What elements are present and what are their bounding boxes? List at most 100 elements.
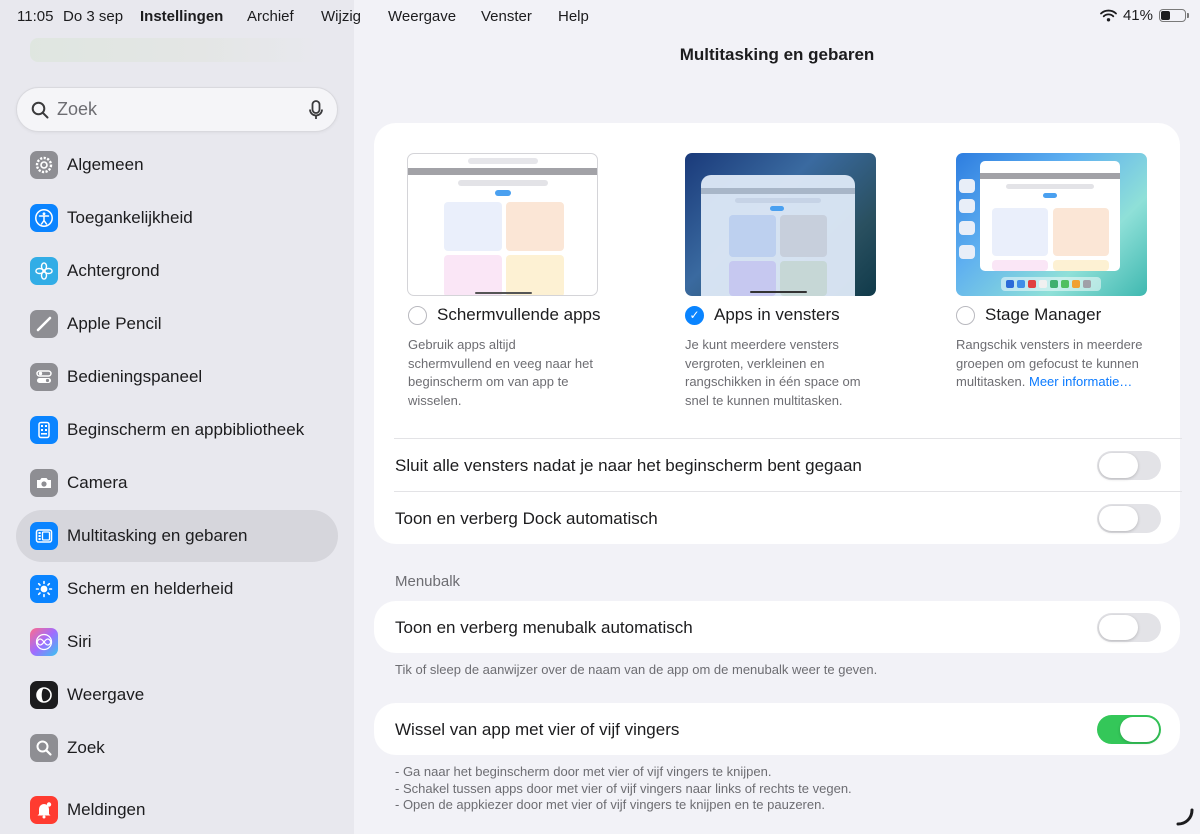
toggle-row-gestures: Wissel van app met vier of vijf vingers bbox=[395, 714, 1161, 745]
auto-hide-menubar-toggle[interactable] bbox=[1097, 613, 1161, 642]
close-windows-toggle[interactable] bbox=[1097, 451, 1161, 480]
sidebar-item-zoek[interactable]: Zoek bbox=[16, 722, 338, 774]
toggle-label: Wissel van app met vier of vijf vingers bbox=[395, 719, 680, 739]
gesture-note: - Schakel tussen apps door met vier of v… bbox=[395, 780, 852, 796]
sidebar-item-achtergrond[interactable]: Achtergrond bbox=[16, 245, 338, 297]
search-icon bbox=[31, 101, 49, 118]
sidebar-item-label: Weergave bbox=[67, 685, 145, 704]
sidebar-item-toegankelijkheid[interactable]: Toegankelijkheid bbox=[16, 192, 338, 244]
gesture-note: - Open de appkiezer door met vier of vij… bbox=[395, 797, 825, 812]
scrolled-profile-row bbox=[30, 38, 320, 62]
sidebar-item-label: Meldingen bbox=[67, 800, 146, 819]
menu-help[interactable]: Help bbox=[558, 8, 589, 25]
sidebar-item-algemeen[interactable]: Algemeen bbox=[16, 139, 338, 191]
checkmark-icon[interactable]: ✓ bbox=[685, 305, 704, 325]
sidebar-item-label: Scherm en helderheid bbox=[67, 579, 234, 598]
option-windowed-apps[interactable]: ✓ Apps in vensters bbox=[685, 305, 840, 325]
pencil-icon bbox=[30, 310, 58, 338]
toggle-row-dock: Toon en verberg Dock automatisch bbox=[395, 503, 1161, 534]
battery-level bbox=[1161, 11, 1171, 20]
search-bar[interactable] bbox=[16, 87, 338, 132]
more-info-link[interactable]: Meer informatie… bbox=[1029, 374, 1132, 389]
toggle-row-close-windows: Sluit alle vensters nadat je naar het be… bbox=[395, 450, 1161, 481]
sidebar-item-label: Bedieningspaneel bbox=[67, 367, 203, 386]
toggle-knob bbox=[1099, 453, 1138, 478]
menu-weergave[interactable]: Weergave bbox=[388, 8, 456, 25]
search-icon bbox=[30, 734, 58, 762]
flower-icon bbox=[30, 257, 58, 285]
toggle-label: Sluit alle vensters nadat je naar het be… bbox=[395, 455, 862, 475]
option-stage-manager[interactable]: Stage Manager bbox=[956, 305, 1101, 325]
toggle-knob bbox=[1099, 506, 1138, 531]
menu-venster[interactable]: Venster bbox=[481, 8, 532, 25]
menu-app-name[interactable]: Instellingen bbox=[140, 8, 223, 25]
menubalk-footnote: Tik of sleep de aanwijzer over de naam v… bbox=[395, 662, 878, 677]
search-input[interactable] bbox=[57, 99, 309, 120]
sidebar-item-bedieningspaneel[interactable]: Bedieningspaneel bbox=[16, 351, 338, 403]
sidebar-item-multitasking[interactable]: Multitasking en gebaren bbox=[16, 510, 338, 562]
toggle-label: Toon en verberg menubalk automatisch bbox=[395, 617, 693, 637]
sidebar-item-label: Toegankelijkheid bbox=[67, 208, 193, 227]
divider bbox=[394, 438, 1182, 439]
gestures-footnote: - Ga naar het beginscherm door met vier … bbox=[395, 764, 852, 814]
detail-pane: Multitasking en gebaren Schermvullende a… bbox=[354, 0, 1200, 834]
page-title: Multitasking en gebaren bbox=[679, 45, 875, 64]
fullscreen-preview[interactable] bbox=[407, 153, 598, 296]
option-label: Apps in vensters bbox=[714, 305, 840, 324]
menu-archief[interactable]: Archief bbox=[247, 8, 294, 25]
windowed-apps-preview[interactable] bbox=[685, 153, 876, 296]
option-description: Je kunt meerdere vensters vergroten, ver… bbox=[685, 337, 861, 408]
section-header-menubalk: Menubalk bbox=[395, 573, 461, 590]
gesture-note: - Ga naar het beginscherm door met vier … bbox=[395, 764, 772, 779]
toggle-label: Toon en verberg Dock automatisch bbox=[395, 508, 658, 528]
divider bbox=[394, 491, 1182, 492]
sidebar-item-label: Siri bbox=[67, 632, 92, 651]
option-description: Gebruik apps altijd schermvullend en vee… bbox=[408, 337, 594, 408]
bell-icon bbox=[30, 796, 58, 824]
camera-icon bbox=[30, 469, 58, 497]
corner-resize-handle-icon[interactable] bbox=[1176, 808, 1194, 826]
menu-bar: 11:05 Do 3 sep Instellingen Archief Wijz… bbox=[0, 0, 1200, 34]
sidebar-item-meldingen[interactable]: Meldingen bbox=[16, 784, 338, 834]
sidebar-item-label: Apple Pencil bbox=[67, 314, 162, 333]
sidebar-item-beginscherm[interactable]: Beginscherm en appbibliotheek bbox=[16, 404, 338, 456]
status-time: 11:05 bbox=[17, 8, 54, 25]
sidebar: Algemeen Toegankelijkheid Achtergrond Ap… bbox=[0, 0, 354, 834]
status-indicators: 41% bbox=[1100, 7, 1189, 24]
sidebar-item-label: Algemeen bbox=[67, 155, 144, 174]
microphone-icon[interactable] bbox=[309, 99, 323, 120]
toggle-row-menubar: Toon en verberg menubalk automatisch bbox=[395, 612, 1161, 643]
gear-icon bbox=[30, 151, 58, 179]
option-label: Stage Manager bbox=[985, 305, 1102, 324]
stage-manager-preview[interactable] bbox=[956, 153, 1147, 296]
switches-icon bbox=[30, 363, 58, 391]
wifi-icon bbox=[1100, 9, 1117, 22]
option-description: Rangschik vensters in meerdere groepen o… bbox=[956, 336, 1156, 392]
battery-icon bbox=[1159, 9, 1189, 22]
sidebar-item-label: Beginscherm en appbibliotheek bbox=[67, 420, 305, 439]
radio-button-unchecked[interactable] bbox=[956, 305, 975, 325]
sidebar-item-label: Zoek bbox=[67, 738, 105, 757]
sidebar-item-label: Camera bbox=[67, 473, 128, 492]
sidebar-item-camera[interactable]: Camera bbox=[16, 457, 338, 509]
display-icon bbox=[30, 681, 58, 709]
toggle-knob bbox=[1120, 717, 1159, 742]
accessibility-icon bbox=[30, 204, 58, 232]
sidebar-item-apple-pencil[interactable]: Apple Pencil bbox=[16, 298, 338, 350]
home-screen-icon bbox=[30, 416, 58, 444]
multitasking-icon bbox=[30, 522, 58, 550]
battery-percentage: 41% bbox=[1122, 7, 1153, 24]
sidebar-item-siri[interactable]: Siri bbox=[16, 616, 338, 668]
auto-hide-dock-toggle[interactable] bbox=[1097, 504, 1161, 533]
option-fullscreen-apps[interactable]: Schermvullende apps bbox=[408, 305, 600, 325]
sidebar-item-weergave[interactable]: Weergave bbox=[16, 669, 338, 721]
toggle-knob bbox=[1099, 615, 1138, 640]
menu-wijzig[interactable]: Wijzig bbox=[321, 8, 361, 25]
siri-icon bbox=[30, 628, 58, 656]
four-five-finger-gesture-toggle[interactable] bbox=[1097, 715, 1161, 744]
sidebar-item-label: Achtergrond bbox=[67, 261, 160, 280]
sidebar-item-scherm-helderheid[interactable]: Scherm en helderheid bbox=[16, 563, 338, 615]
radio-button-unchecked[interactable] bbox=[408, 305, 427, 325]
status-date: Do 3 sep bbox=[63, 8, 124, 25]
option-label: Schermvullende apps bbox=[437, 305, 601, 324]
